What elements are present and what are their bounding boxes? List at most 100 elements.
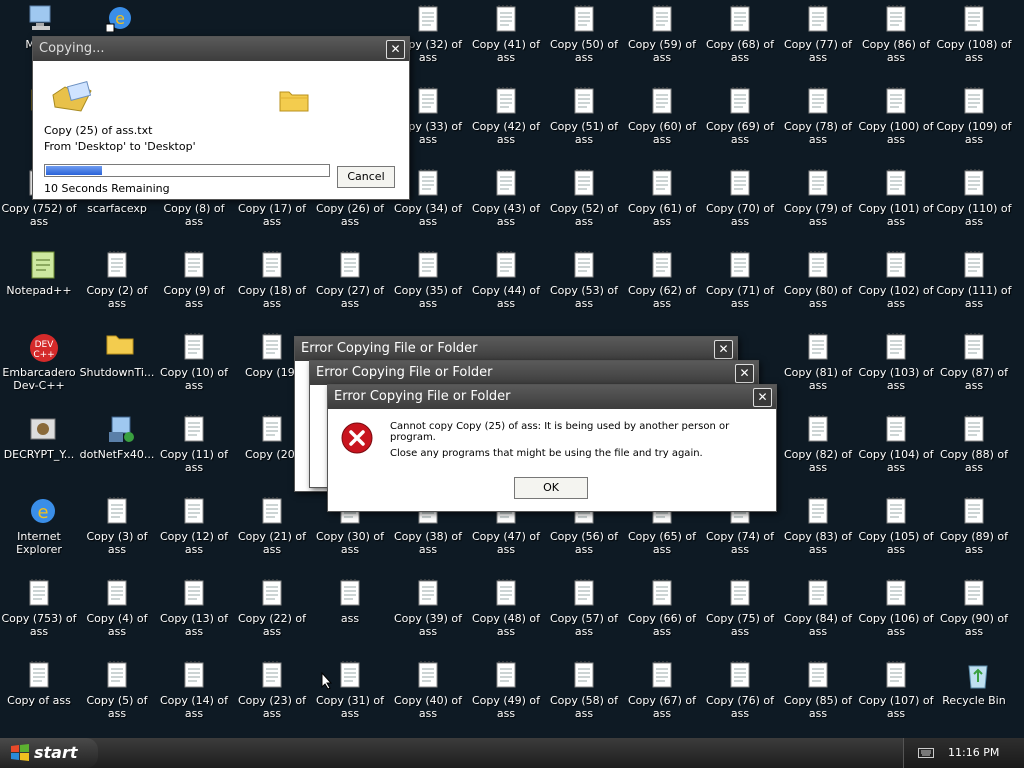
desktop-icon[interactable]: Copy (53) of ass [545,248,623,312]
close-icon[interactable]: ✕ [735,364,754,383]
desktop-icon[interactable]: Copy (31) of ass [311,658,389,722]
desktop-icon[interactable]: Copy (3) of ass [78,494,156,558]
desktop-icon[interactable]: Copy (5) of ass [78,658,156,722]
desktop-icon[interactable]: dotNetFx40... [78,412,156,476]
ok-button[interactable]: OK [514,477,588,499]
desktop-icon[interactable]: Copy (68) of ass [701,2,779,66]
desktop-icon[interactable]: Copy (22) of ass [233,576,311,640]
flying-papers-icon [52,81,92,112]
clock[interactable]: 11:16 PM [948,746,999,759]
close-icon[interactable]: ✕ [714,340,733,359]
desktop-icon[interactable]: DEV C++ Embarcadero Dev-C++ [0,330,78,394]
desktop-icon[interactable]: Copy (62) of ass [623,248,701,312]
desktop-icon[interactable]: Copy (58) of ass [545,658,623,722]
desktop-icon[interactable]: Copy (51) of ass [545,84,623,148]
desktop-icon[interactable]: Copy (67) of ass [623,658,701,722]
desktop-icon[interactable]: Copy (70) of ass [701,166,779,230]
desktop-icon[interactable]: Copy (90) of ass [935,576,1013,640]
desktop-icon[interactable]: Copy (86) of ass [857,2,935,66]
desktop-icon[interactable]: Copy (105) of ass [857,494,935,558]
desktop-icon[interactable]: Copy (42) of ass [467,84,545,148]
error-dialog-middle-titlebar[interactable]: Error Copying File or Folder [310,361,758,385]
error-dialog-titlebar[interactable]: Error Copying File or Folder [328,385,776,409]
desktop-icon[interactable]: Copy (23) of ass [233,658,311,722]
keyboard-icon[interactable] [918,748,934,758]
desktop-icon[interactable]: Copy (100) of ass [857,84,935,148]
desktop-icon[interactable]: Copy (753) of ass [0,576,78,640]
desktop-icon[interactable]: Copy (48) of ass [467,576,545,640]
desktop-icon[interactable]: Copy (103) of ass [857,330,935,394]
desktop-icon[interactable]: Copy (60) of ass [623,84,701,148]
error-dialog-back-titlebar[interactable]: Error Copying File or Folder [295,337,737,361]
desktop-icon[interactable]: Copy (21) of ass [233,494,311,558]
desktop-icon[interactable]: Copy (106) of ass [857,576,935,640]
desktop-icon[interactable]: Copy (57) of ass [545,576,623,640]
desktop-icon[interactable]: Copy (87) of ass [935,330,1013,394]
desktop-icon[interactable]: Copy (104) of ass [857,412,935,476]
desktop-icon[interactable]: Copy (66) of ass [623,576,701,640]
text-file-icon [261,414,283,442]
close-icon[interactable]: ✕ [753,388,772,407]
desktop-icon[interactable]: Copy (43) of ass [467,166,545,230]
desktop-icon[interactable]: Copy (52) of ass [545,166,623,230]
desktop-icon[interactable]: Copy (12) of ass [155,494,233,558]
desktop-icon[interactable]: Copy (89) of ass [935,494,1013,558]
text-file-icon [651,4,673,32]
copying-dialog-titlebar[interactable]: Copying... [33,37,409,61]
desktop-icon[interactable]: Copy (49) of ass [467,658,545,722]
desktop-icon[interactable]: ass [311,576,389,640]
desktop-icon[interactable]: Copy (59) of ass [623,2,701,66]
desktop-icon[interactable]: Copy (61) of ass [623,166,701,230]
desktop-icon[interactable]: Copy (40) of ass [389,658,467,722]
desktop-icon[interactable]: Copy (77) of ass [779,2,857,66]
desktop-icon[interactable]: Copy (39) of ass [389,576,467,640]
desktop-icon[interactable]: Copy (69) of ass [701,84,779,148]
desktop-icon[interactable]: Copy (109) of ass [935,84,1013,148]
desktop-icon[interactable]: Copy (13) of ass [155,576,233,640]
desktop-icon[interactable]: Copy (18) of ass [233,248,311,312]
desktop-icon[interactable]: Copy (83) of ass [779,494,857,558]
desktop-icon[interactable]: Copy (78) of ass [779,84,857,148]
desktop-icon[interactable]: Copy (81) of ass [779,330,857,394]
desktop-icon[interactable]: Copy (11) of ass [155,412,233,476]
desktop-icon[interactable]: Copy (79) of ass [779,166,857,230]
dev-cpp-icon: DEV C++ [28,332,58,362]
desktop-icon[interactable]: Copy (75) of ass [701,576,779,640]
desktop-icon[interactable]: Copy of ass [0,658,78,722]
desktop-icon[interactable]: Copy (107) of ass [857,658,935,722]
desktop-icon[interactable]: Copy (80) of ass [779,248,857,312]
desktop-icon[interactable]: e Internet Explorer [0,494,78,558]
desktop-icon-label: Copy (84) of ass [783,612,853,638]
desktop-icon[interactable]: DECRYPT_Y... [0,412,78,476]
desktop-icon[interactable]: Copy (4) of ass [78,576,156,640]
desktop-icon[interactable]: Copy (41) of ass [467,2,545,66]
desktop-icon[interactable]: Copy (102) of ass [857,248,935,312]
desktop-icon[interactable]: Copy (50) of ass [545,2,623,66]
desktop-icon[interactable]: Copy (76) of ass [701,658,779,722]
desktop-icon[interactable]: Copy (44) of ass [467,248,545,312]
desktop-icon[interactable]: Copy (101) of ass [857,166,935,230]
start-button[interactable]: start [0,738,98,768]
desktop-icon[interactable]: Copy (82) of ass [779,412,857,476]
desktop-icon[interactable]: Copy (9) of ass [155,248,233,312]
desktop-icon[interactable]: Copy (35) of ass [389,248,467,312]
desktop-icon[interactable]: Copy (85) of ass [779,658,857,722]
text-file-icon [885,332,907,360]
desktop-icon[interactable]: ShutdownTi... [78,330,156,394]
desktop-icon[interactable]: Copy (27) of ass [311,248,389,312]
close-icon[interactable]: ✕ [386,40,405,59]
text-file-icon [261,660,283,688]
desktop-icon[interactable]: Copy (110) of ass [935,166,1013,230]
desktop-icon[interactable]: Copy (10) of ass [155,330,233,394]
desktop-icon[interactable]: Copy (108) of ass [935,2,1013,66]
desktop-icon[interactable]: Copy (84) of ass [779,576,857,640]
cancel-button[interactable]: Cancel [337,166,395,188]
desktop-icon[interactable]: Copy (111) of ass [935,248,1013,312]
desktop-icon[interactable]: Copy (14) of ass [155,658,233,722]
desktop-icon[interactable]: Copy (88) of ass [935,412,1013,476]
text-file-icon [963,578,985,606]
desktop-icon[interactable]: Notepad++ [0,248,78,312]
desktop-icon[interactable]: Recycle Bin [935,658,1013,722]
desktop-icon[interactable]: Copy (71) of ass [701,248,779,312]
desktop-icon[interactable]: Copy (2) of ass [78,248,156,312]
